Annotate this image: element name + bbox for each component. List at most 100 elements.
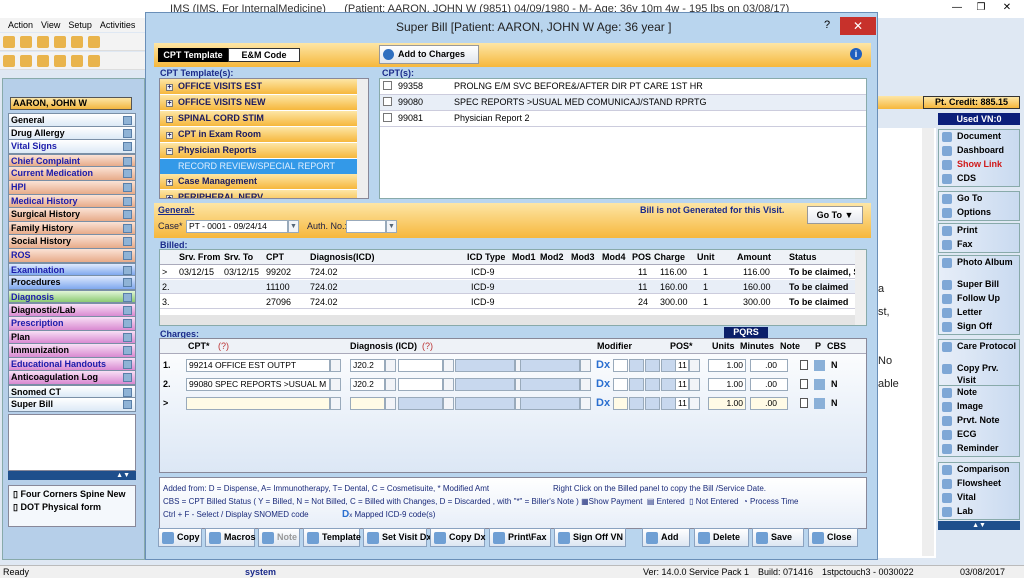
- note-icon[interactable]: [800, 398, 808, 408]
- billed-column-header[interactable]: Diagnosis(ICD): [310, 252, 375, 262]
- modifier-input[interactable]: [661, 397, 676, 410]
- note-button[interactable]: Note: [258, 528, 300, 547]
- print-icon[interactable]: [71, 55, 83, 67]
- cpt-input[interactable]: 99214 OFFICE EST OUTPT: [186, 359, 330, 372]
- sidebar-item[interactable]: Prvt. Note: [939, 414, 1019, 428]
- billed-column-header[interactable]: Srv. From: [179, 252, 220, 262]
- save-button[interactable]: Save: [752, 528, 804, 547]
- nav-item[interactable]: Anticoagulation Log: [8, 371, 136, 385]
- chevron-down-icon[interactable]: [580, 359, 591, 372]
- nav-item[interactable]: Family History: [8, 221, 136, 236]
- close-button[interactable]: Close: [808, 528, 858, 547]
- expand-icon[interactable]: +: [166, 84, 173, 91]
- vertical-scrollbar[interactable]: [855, 250, 866, 325]
- menu-view[interactable]: View: [41, 20, 60, 30]
- sidebar-item[interactable]: Letter: [939, 306, 1019, 320]
- note-icon[interactable]: [123, 292, 132, 302]
- info-icon[interactable]: i: [850, 48, 862, 60]
- tab-em-code[interactable]: E&M Code: [228, 48, 300, 62]
- chevron-down-icon[interactable]: [443, 397, 454, 410]
- minutes-stepper[interactable]: .00: [750, 359, 788, 372]
- menu-action[interactable]: Action: [8, 20, 33, 30]
- expand-icon[interactable]: +: [166, 195, 173, 198]
- expand-icon[interactable]: +: [166, 116, 173, 123]
- note-icon[interactable]: [123, 210, 132, 220]
- billed-column-header[interactable]: ICD Type: [467, 252, 505, 262]
- sidebar-item[interactable]: Show Link: [939, 158, 1019, 172]
- template-child-selected[interactable]: RECORD REVIEW/SPECIAL REPORT: [160, 159, 357, 174]
- sidebar-item[interactable]: Super Bill: [939, 278, 1019, 292]
- sidebar-item[interactable]: Image: [939, 400, 1019, 414]
- chevron-down-icon[interactable]: ▼: [386, 220, 397, 233]
- note-icon[interactable]: [123, 142, 132, 152]
- goto-button[interactable]: Go To ▼: [807, 206, 863, 224]
- modifier-input[interactable]: [645, 378, 660, 391]
- diagnosis-input[interactable]: [350, 397, 385, 410]
- sidebar-item[interactable]: Note: [939, 386, 1019, 400]
- nav-item[interactable]: Diagnosis: [8, 289, 136, 304]
- units-input[interactable]: 1.00: [708, 397, 746, 410]
- edit-icon[interactable]: [71, 36, 83, 48]
- add-button[interactable]: Add: [642, 528, 690, 547]
- nav-scroll-arrows[interactable]: ▲▼: [8, 471, 136, 480]
- nav-item[interactable]: Surgical History: [8, 208, 136, 222]
- chevron-down-icon[interactable]: [580, 378, 591, 391]
- sidebar-item[interactable]: CDS: [939, 172, 1019, 186]
- dx-button[interactable]: Dx: [596, 359, 610, 371]
- chevron-down-icon[interactable]: ▼: [288, 220, 299, 233]
- nav-item[interactable]: Procedures: [8, 276, 136, 290]
- template-item[interactable]: + SPINAL CORD STIM: [160, 111, 357, 127]
- sidebar-item[interactable]: Comparison: [939, 463, 1019, 477]
- diagnosis-input[interactable]: [398, 359, 443, 372]
- sidebar-item[interactable]: Options: [939, 206, 1019, 220]
- note-icon[interactable]: [123, 278, 132, 288]
- expand-icon[interactable]: +: [166, 179, 173, 186]
- diagnosis-input[interactable]: [520, 378, 580, 391]
- sidebar-item[interactable]: Follow Up: [939, 292, 1019, 306]
- note-icon[interactable]: [800, 360, 808, 370]
- close-window-button[interactable]: ✕: [994, 0, 1020, 16]
- note-icon[interactable]: [123, 387, 132, 397]
- user-icon[interactable]: [20, 36, 32, 48]
- nav-item[interactable]: ROS: [8, 248, 136, 263]
- modifier-input[interactable]: [613, 359, 628, 372]
- cpt-checkbox[interactable]: [383, 81, 392, 90]
- dx-button[interactable]: Dx: [596, 378, 610, 390]
- minutes-stepper[interactable]: .00: [750, 397, 788, 410]
- minimize-button[interactable]: —: [944, 0, 970, 16]
- diagnosis-input[interactable]: [398, 378, 443, 391]
- pos-select[interactable]: 11: [675, 359, 689, 372]
- auth-no-select[interactable]: [346, 220, 386, 233]
- cpt-input[interactable]: [186, 397, 330, 410]
- diagnosis-input[interactable]: [520, 359, 580, 372]
- billed-row[interactable]: 2. 11100 724.02 ICD-9 11 160.00 1 160.00 To be c…: [160, 280, 866, 294]
- sidebar-item[interactable]: Copy Prv. Visit: [939, 362, 1019, 386]
- nav-item[interactable]: Vital Signs: [8, 140, 136, 154]
- billed-column-header[interactable]: POS: [632, 252, 651, 262]
- help-button[interactable]: ?: [824, 19, 830, 31]
- dx-button[interactable]: Dx: [596, 397, 610, 409]
- note-icon[interactable]: [37, 55, 49, 67]
- cpt-checkbox[interactable]: [383, 113, 392, 122]
- nav-item[interactable]: Current Medication: [8, 167, 136, 181]
- restore-button[interactable]: ❐: [968, 0, 994, 16]
- template-item[interactable]: + OFFICE VISITS NEW: [160, 95, 357, 111]
- nav-item[interactable]: General: [8, 113, 136, 127]
- form-item[interactable]: ▯ DOT Physical form: [13, 502, 131, 513]
- copy-dx-button[interactable]: Copy Dx: [430, 528, 486, 547]
- diagnosis-input[interactable]: [455, 378, 515, 391]
- dialog-close-button[interactable]: ✕: [840, 17, 876, 35]
- sidebar-item[interactable]: Sign Off: [939, 320, 1019, 334]
- note-icon[interactable]: [123, 400, 132, 410]
- add-to-charges-button[interactable]: Add to Charges: [379, 45, 479, 64]
- billed-row[interactable]: 3. 27096 724.02 ICD-9 24 300.00 1 300.00 To be c…: [160, 295, 866, 309]
- collapse-icon[interactable]: −: [166, 148, 173, 155]
- diagnosis-input[interactable]: [520, 397, 580, 410]
- chevron-down-icon[interactable]: [580, 397, 591, 410]
- cpt-row[interactable]: 99080 SPEC REPORTS >USUAL MED COMUNICAJ/S…: [380, 95, 866, 111]
- sidebar-item[interactable]: Go To: [939, 192, 1019, 206]
- note-icon[interactable]: [123, 128, 132, 138]
- note-icon[interactable]: [123, 306, 132, 316]
- modifier-input[interactable]: [613, 397, 628, 410]
- scrollbar[interactable]: [922, 128, 934, 556]
